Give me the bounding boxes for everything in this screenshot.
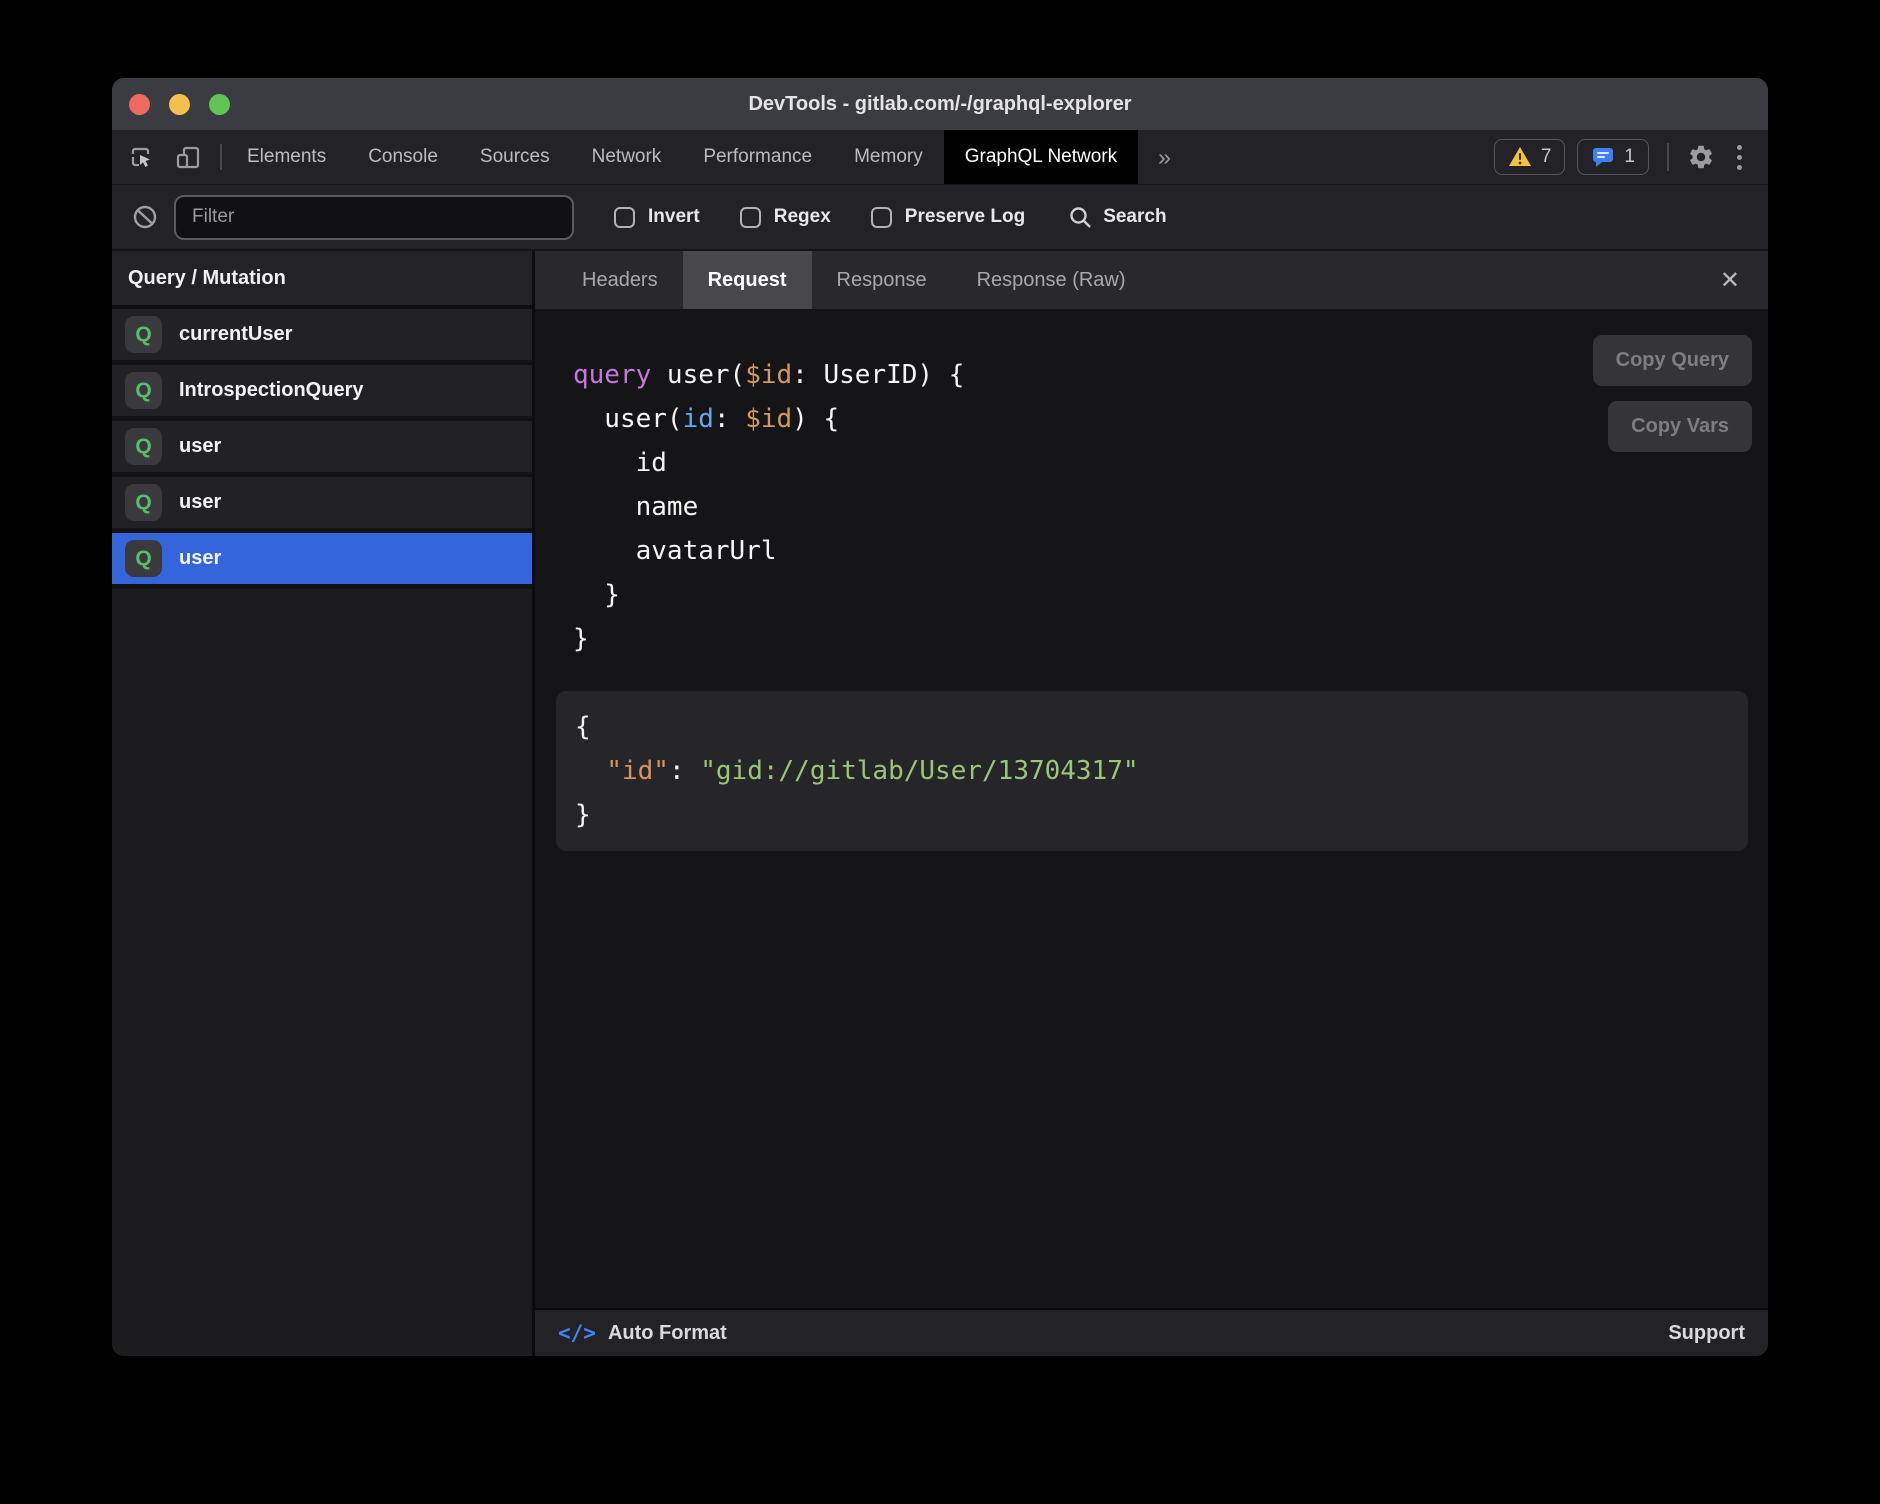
window-title: DevTools - gitlab.com/-/graphql-explorer [112,93,1768,116]
clear-filter-icon[interactable] [132,204,158,230]
warning-icon [1508,146,1532,168]
detail-tab-response-raw[interactable]: Response (Raw) [952,251,1151,309]
query-type-badge: Q [125,372,162,409]
code-line: } [575,793,1748,837]
detail-footer: </> Auto Format Support [535,1308,1768,1356]
detail-tab-headers[interactable]: Headers [557,251,683,309]
code-line: } [573,573,1748,617]
devtools-window: DevTools - gitlab.com/-/graphql-explorer… [112,78,1768,1356]
query-list-item[interactable]: Quser [112,421,532,477]
issue-count: 1 [1624,146,1635,168]
more-tabs-icon[interactable]: » [1138,130,1191,184]
search-toggle[interactable]: Search [1069,206,1166,229]
query-list-item[interactable]: QcurrentUser [112,309,532,365]
checkbox-preserve-log[interactable]: Preserve Log [871,206,1025,228]
query-type-badge: Q [125,540,162,577]
devtools-tab-strip: ElementsConsoleSourcesNetworkPerformance… [226,130,1138,184]
query-name: user [179,547,221,570]
auto-format-label: Auto Format [608,1322,727,1345]
tab-sources[interactable]: Sources [459,130,571,184]
support-link[interactable]: Support [1668,1322,1745,1345]
query-list-panel: Query / Mutation QcurrentUserQIntrospect… [112,251,535,1356]
settings-gear-icon[interactable] [1687,143,1715,171]
warnings-badge[interactable]: 7 [1494,139,1566,175]
toolbar-divider [1667,143,1669,171]
device-toolbar-icon[interactable] [175,144,202,171]
search-icon [1069,206,1092,229]
issues-badge[interactable]: 1 [1577,139,1649,175]
code-line: query user($id: UserID) { [573,353,1748,397]
tab-performance[interactable]: Performance [682,130,833,184]
minimize-window-button[interactable] [169,94,190,115]
code-line: id [573,441,1748,485]
close-window-button[interactable] [129,94,150,115]
code-line: user(id: $id) { [573,397,1748,441]
auto-format-button[interactable]: </> Auto Format [558,1321,727,1345]
query-name: user [179,491,221,514]
toolbar-divider [220,144,222,170]
devtools-toolbar: ElementsConsoleSourcesNetworkPerformance… [112,130,1768,185]
zoom-window-button[interactable] [209,94,230,115]
graphql-variables-box: { "id": "gid://gitlab/User/13704317"} [556,691,1748,851]
detail-tab-strip: HeadersRequestResponseResponse (Raw) ✕ [535,251,1768,309]
tab-elements[interactable]: Elements [226,130,347,184]
request-view: query user($id: UserID) { user(id: $id) … [535,309,1768,1308]
warning-count: 7 [1541,146,1552,168]
query-name: currentUser [179,323,292,346]
checkbox-label: Invert [648,206,700,228]
code-line: "id": "gid://gitlab/User/13704317" [575,749,1748,793]
checkbox-box[interactable] [740,207,761,228]
message-icon [1591,146,1615,168]
traffic-lights [129,94,230,115]
query-type-badge: Q [125,428,162,465]
graphql-query-code: query user($id: UserID) { user(id: $id) … [573,353,1748,661]
tab-network[interactable]: Network [571,130,683,184]
detail-tab-response[interactable]: Response [812,251,952,309]
tab-memory[interactable]: Memory [833,130,944,184]
search-label: Search [1103,206,1166,228]
window-titlebar: DevTools - gitlab.com/-/graphql-explorer [112,78,1768,130]
query-type-badge: Q [125,316,162,353]
query-list-item[interactable]: Q IntrospectionQuery [112,365,532,421]
copy-query-button[interactable]: Copy Query [1593,335,1752,386]
checkbox-label: Regex [774,206,831,228]
query-type-badge: Q [125,484,162,521]
copy-vars-button[interactable]: Copy Vars [1608,401,1752,452]
checkbox-regex[interactable]: Regex [740,206,831,228]
code-line: } [573,617,1748,661]
checkbox-label: Preserve Log [905,206,1025,228]
detail-panel: HeadersRequestResponseResponse (Raw) ✕ q… [535,251,1768,1356]
query-name: user [179,435,221,458]
tab-graphql-network[interactable]: GraphQL Network [944,130,1138,184]
code-brackets-icon: </> [558,1321,596,1345]
code-line: name [573,485,1748,529]
checkbox-box[interactable] [871,207,892,228]
close-panel-icon[interactable]: ✕ [1712,262,1748,299]
query-list-header: Query / Mutation [112,251,532,309]
detail-tab-request[interactable]: Request [683,251,812,309]
code-line: avatarUrl [573,529,1748,573]
checkbox-invert[interactable]: Invert [614,206,700,228]
query-list-item[interactable]: Quser [112,533,532,589]
query-name: IntrospectionQuery [179,379,363,402]
query-list: QcurrentUserQIntrospectionQueryQuserQuse… [112,309,532,589]
filter-input[interactable] [174,195,574,240]
tab-console[interactable]: Console [347,130,459,184]
filter-toolbar: Invert Regex Preserve Log Search [112,185,1768,251]
more-options-icon[interactable] [1727,141,1752,174]
query-list-item[interactable]: Quser [112,477,532,533]
inspect-element-icon[interactable] [128,144,155,171]
checkbox-box[interactable] [614,207,635,228]
code-line: { [575,705,1748,749]
